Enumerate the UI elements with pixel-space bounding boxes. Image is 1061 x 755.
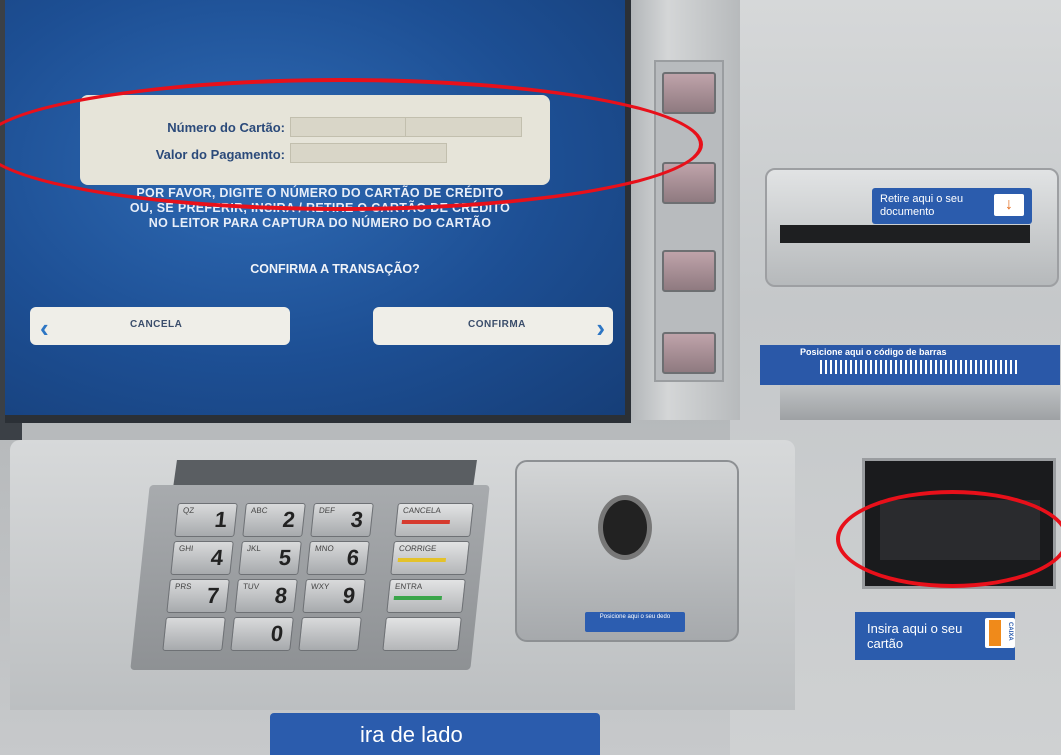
function-keys-column <box>654 60 724 382</box>
key-5[interactable]: JKL 5 <box>238 541 302 575</box>
confirm-button[interactable]: CONFIRMA › <box>373 307 613 345</box>
card-insert-badge: CAIXA <box>1007 622 1013 641</box>
key-8[interactable]: TUV 8 <box>234 579 298 613</box>
key-letters: JKL <box>246 544 262 553</box>
key-digit: 0 <box>269 621 285 646</box>
cancel-key-label: CANCELA <box>402 506 442 515</box>
key-letters: GHI <box>178 544 194 553</box>
key-9[interactable]: WXY 9 <box>302 579 366 613</box>
barcode-label: Posicione aqui o código de barras <box>800 347 947 357</box>
key-letters: ABC <box>250 506 268 515</box>
card-slot-text: Insira aqui o seu cartão <box>867 621 963 651</box>
instruction-line: NO LEITOR PARA CAPTURA DO NÚMERO DO CART… <box>148 216 492 230</box>
key-7[interactable]: PRS 7 <box>166 579 230 613</box>
key-0[interactable]: 0 <box>230 617 294 651</box>
key-2[interactable]: ABC 2 <box>242 503 306 537</box>
key-6[interactable]: MNO 6 <box>306 541 370 575</box>
key-4[interactable]: GHI 4 <box>170 541 234 575</box>
biometric-label: Posicione aqui o seu dedo <box>585 612 685 632</box>
key-letters: WXY <box>310 582 330 591</box>
atm-screen: Número do Cartão: Valor do Pagamento: PO… <box>5 0 631 423</box>
function-key-4[interactable] <box>662 332 716 374</box>
key-digit: 2 <box>281 507 297 532</box>
blank-function-key[interactable] <box>382 617 462 651</box>
pin-keypad: QZ 1 ABC 2 DEF 3 GHI 4 JKL 5 MNO 6 PRS 7 TUV 8 W… <box>130 485 490 670</box>
correct-key-label: CORRIGE <box>398 544 437 553</box>
document-slot[interactable] <box>780 225 1030 243</box>
key-digit: 3 <box>349 507 365 532</box>
arrow-down-icon: ↓ <box>994 194 1024 216</box>
cancel-key-stripe <box>401 520 451 524</box>
key-letters: QZ <box>182 506 195 515</box>
cancel-label: CANCELA <box>130 319 183 330</box>
key-digit: 7 <box>205 583 221 608</box>
key-blank-left[interactable] <box>162 617 226 651</box>
key-1[interactable]: QZ 1 <box>174 503 238 537</box>
key-letters: PRS <box>174 582 192 591</box>
card-insert-icon: CAIXA <box>985 618 1015 648</box>
key-digit: 5 <box>277 545 293 570</box>
cancel-key[interactable]: CANCELA <box>394 503 474 537</box>
confirm-label: CONFIRMA <box>468 319 526 330</box>
key-blank-right[interactable] <box>298 617 362 651</box>
document-slot-label: Retire aqui o seu documento ↓ <box>872 188 1032 224</box>
barcode-graphic <box>820 360 1020 374</box>
barcode-shelf <box>780 385 1060 420</box>
function-key-3[interactable] <box>662 250 716 292</box>
cancel-button[interactable]: ‹ CANCELA <box>30 307 290 345</box>
correct-key-stripe <box>397 558 447 562</box>
enter-key[interactable]: ENTRA <box>386 579 466 613</box>
key-digit: 9 <box>341 583 357 608</box>
highlight-ring-card-slot <box>836 490 1061 588</box>
correct-key[interactable]: CORRIGE <box>390 541 470 575</box>
card-insert-graphic <box>989 620 1001 646</box>
document-slot-text: Retire aqui o seu documento <box>880 193 964 218</box>
chevron-right-icon: › <box>596 313 605 343</box>
key-letters: MNO <box>314 544 335 553</box>
highlight-ring-form <box>0 78 703 211</box>
key-digit: 8 <box>273 583 289 608</box>
bottom-label: ira de lado <box>360 722 463 747</box>
key-letters: TUV <box>242 582 260 591</box>
key-digit: 1 <box>213 507 229 532</box>
enter-key-stripe <box>393 596 443 600</box>
function-key-1[interactable] <box>662 72 716 114</box>
confirm-question: CONFIRMA A TRANSAÇÃO? <box>250 262 420 276</box>
chevron-left-icon: ‹ <box>40 313 49 343</box>
enter-key-label: ENTRA <box>394 582 423 591</box>
keypad-privacy-hood <box>173 460 477 488</box>
key-3[interactable]: DEF 3 <box>310 503 374 537</box>
key-letters: DEF <box>318 506 336 515</box>
key-digit: 6 <box>345 545 361 570</box>
key-digit: 4 <box>209 545 225 570</box>
fingerprint-sensor[interactable] <box>598 495 652 560</box>
